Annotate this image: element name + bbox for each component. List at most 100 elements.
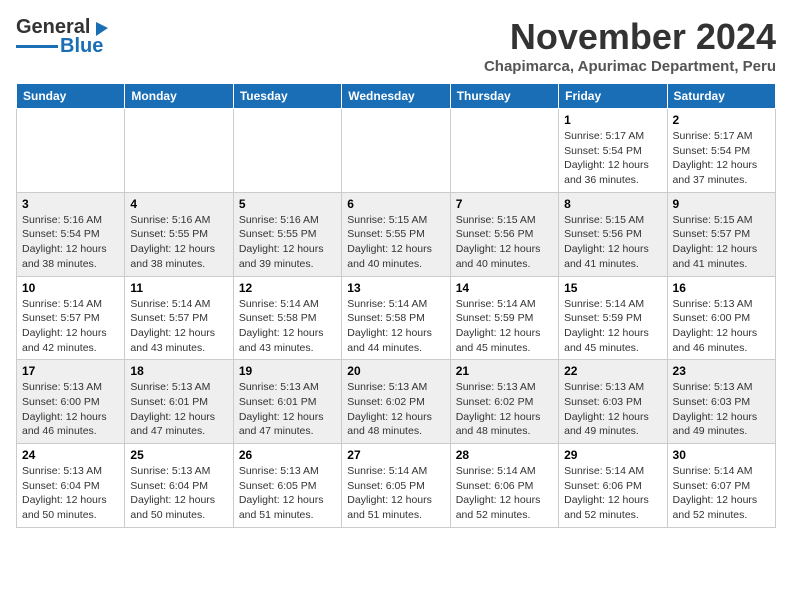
calendar-cell: 25 Sunrise: 5:13 AMSunset: 6:04 PMDayligh…	[125, 444, 233, 528]
day-info: Sunrise: 5:14 AMSunset: 6:07 PMDaylight:…	[673, 464, 770, 523]
calendar-cell: 4 Sunrise: 5:16 AMSunset: 5:55 PMDaylight…	[125, 192, 233, 276]
day-number: 21	[456, 364, 553, 378]
day-info: Sunrise: 5:17 AMSunset: 5:54 PMDaylight:…	[673, 129, 770, 188]
day-info: Sunrise: 5:14 AMSunset: 5:59 PMDaylight:…	[564, 297, 661, 356]
week-row-1: 1 Sunrise: 5:17 AMSunset: 5:54 PMDaylight…	[17, 109, 776, 193]
day-info: Sunrise: 5:13 AMSunset: 6:00 PMDaylight:…	[22, 380, 119, 439]
day-info: Sunrise: 5:16 AMSunset: 5:55 PMDaylight:…	[130, 213, 227, 272]
day-number: 4	[130, 197, 227, 211]
day-info: Sunrise: 5:16 AMSunset: 5:55 PMDaylight:…	[239, 213, 336, 272]
calendar-cell: 13 Sunrise: 5:14 AMSunset: 5:58 PMDayligh…	[342, 276, 450, 360]
calendar-cell	[233, 109, 341, 193]
day-number: 9	[673, 197, 770, 211]
week-row-2: 3 Sunrise: 5:16 AMSunset: 5:54 PMDaylight…	[17, 192, 776, 276]
calendar-cell: 6 Sunrise: 5:15 AMSunset: 5:55 PMDaylight…	[342, 192, 450, 276]
logo: General Blue	[16, 16, 110, 58]
week-row-4: 17 Sunrise: 5:13 AMSunset: 6:00 PMDayligh…	[17, 360, 776, 444]
day-info: Sunrise: 5:13 AMSunset: 6:03 PMDaylight:…	[564, 380, 661, 439]
day-number: 28	[456, 448, 553, 462]
calendar-cell: 22 Sunrise: 5:13 AMSunset: 6:03 PMDayligh…	[559, 360, 667, 444]
day-info: Sunrise: 5:13 AMSunset: 6:03 PMDaylight:…	[673, 380, 770, 439]
day-info: Sunrise: 5:13 AMSunset: 6:00 PMDaylight:…	[673, 297, 770, 356]
day-number: 17	[22, 364, 119, 378]
day-number: 6	[347, 197, 444, 211]
calendar-cell: 9 Sunrise: 5:15 AMSunset: 5:57 PMDaylight…	[667, 192, 775, 276]
day-number: 18	[130, 364, 227, 378]
calendar-cell: 10 Sunrise: 5:14 AMSunset: 5:57 PMDayligh…	[17, 276, 125, 360]
location-subtitle: Chapimarca, Apurimac Department, Peru	[484, 58, 776, 75]
calendar-cell: 14 Sunrise: 5:14 AMSunset: 5:59 PMDayligh…	[450, 276, 558, 360]
weekday-thursday: Thursday	[450, 84, 558, 109]
calendar-body: 1 Sunrise: 5:17 AMSunset: 5:54 PMDaylight…	[17, 109, 776, 528]
day-info: Sunrise: 5:15 AMSunset: 5:56 PMDaylight:…	[564, 213, 661, 272]
day-info: Sunrise: 5:13 AMSunset: 6:04 PMDaylight:…	[130, 464, 227, 523]
calendar-cell: 20 Sunrise: 5:13 AMSunset: 6:02 PMDayligh…	[342, 360, 450, 444]
day-number: 2	[673, 113, 770, 127]
day-number: 12	[239, 281, 336, 295]
calendar-cell: 17 Sunrise: 5:13 AMSunset: 6:00 PMDayligh…	[17, 360, 125, 444]
page-header: General Blue November 2024 Chapimarca, A…	[16, 16, 776, 75]
day-info: Sunrise: 5:13 AMSunset: 6:02 PMDaylight:…	[347, 380, 444, 439]
weekday-monday: Monday	[125, 84, 233, 109]
calendar-cell: 18Sunrise: 5:13 AMSunset: 6:01 PMDayligh…	[125, 360, 233, 444]
day-number: 3	[22, 197, 119, 211]
calendar-cell: 3 Sunrise: 5:16 AMSunset: 5:54 PMDaylight…	[17, 192, 125, 276]
day-info: Sunrise: 5:15 AMSunset: 5:57 PMDaylight:…	[673, 213, 770, 272]
day-number: 14	[456, 281, 553, 295]
calendar-cell: 23Sunrise: 5:13 AMSunset: 6:03 PMDayligh…	[667, 360, 775, 444]
calendar-cell: 11 Sunrise: 5:14 AMSunset: 5:57 PMDayligh…	[125, 276, 233, 360]
calendar-cell: 12 Sunrise: 5:14 AMSunset: 5:58 PMDayligh…	[233, 276, 341, 360]
day-info: Sunrise: 5:14 AMSunset: 6:06 PMDaylight:…	[564, 464, 661, 523]
day-number: 27	[347, 448, 444, 462]
calendar-cell: 15 Sunrise: 5:14 AMSunset: 5:59 PMDayligh…	[559, 276, 667, 360]
day-info: Sunrise: 5:15 AMSunset: 5:56 PMDaylight:…	[456, 213, 553, 272]
calendar-cell	[342, 109, 450, 193]
day-number: 10	[22, 281, 119, 295]
day-info: Sunrise: 5:14 AMSunset: 5:58 PMDaylight:…	[239, 297, 336, 356]
day-number: 16	[673, 281, 770, 295]
day-number: 15	[564, 281, 661, 295]
calendar-cell	[125, 109, 233, 193]
day-info: Sunrise: 5:15 AMSunset: 5:55 PMDaylight:…	[347, 213, 444, 272]
day-number: 11	[130, 281, 227, 295]
day-number: 5	[239, 197, 336, 211]
title-block: November 2024 Chapimarca, Apurimac Depar…	[484, 16, 776, 75]
weekday-saturday: Saturday	[667, 84, 775, 109]
day-number: 22	[564, 364, 661, 378]
day-info: Sunrise: 5:14 AMSunset: 5:57 PMDaylight:…	[22, 297, 119, 356]
day-number: 8	[564, 197, 661, 211]
day-number: 25	[130, 448, 227, 462]
day-number: 7	[456, 197, 553, 211]
day-number: 26	[239, 448, 336, 462]
day-number: 29	[564, 448, 661, 462]
day-number: 30	[673, 448, 770, 462]
calendar-cell: 1Sunrise: 5:17 AMSunset: 5:54 PMDaylight…	[559, 109, 667, 193]
calendar-cell: 26 Sunrise: 5:13 AMSunset: 6:05 PMDayligh…	[233, 444, 341, 528]
weekday-tuesday: Tuesday	[233, 84, 341, 109]
day-number: 19	[239, 364, 336, 378]
day-info: Sunrise: 5:13 AMSunset: 6:05 PMDaylight:…	[239, 464, 336, 523]
calendar-cell: 28 Sunrise: 5:14 AMSunset: 6:06 PMDayligh…	[450, 444, 558, 528]
week-row-5: 24 Sunrise: 5:13 AMSunset: 6:04 PMDayligh…	[17, 444, 776, 528]
day-info: Sunrise: 5:14 AMSunset: 6:05 PMDaylight:…	[347, 464, 444, 523]
day-info: Sunrise: 5:14 AMSunset: 5:57 PMDaylight:…	[130, 297, 227, 356]
day-info: Sunrise: 5:14 AMSunset: 5:59 PMDaylight:…	[456, 297, 553, 356]
day-info: Sunrise: 5:16 AMSunset: 5:54 PMDaylight:…	[22, 213, 119, 272]
calendar-cell: 27 Sunrise: 5:14 AMSunset: 6:05 PMDayligh…	[342, 444, 450, 528]
calendar-cell: 24 Sunrise: 5:13 AMSunset: 6:04 PMDayligh…	[17, 444, 125, 528]
calendar-table: SundayMondayTuesdayWednesdayThursdayFrid…	[16, 83, 776, 528]
day-info: Sunrise: 5:13 AMSunset: 6:01 PMDaylight:…	[239, 380, 336, 439]
calendar-cell	[17, 109, 125, 193]
weekday-header-row: SundayMondayTuesdayWednesdayThursdayFrid…	[17, 84, 776, 109]
day-info: Sunrise: 5:14 AMSunset: 6:06 PMDaylight:…	[456, 464, 553, 523]
calendar-cell: 5 Sunrise: 5:16 AMSunset: 5:55 PMDaylight…	[233, 192, 341, 276]
calendar-cell: 19 Sunrise: 5:13 AMSunset: 6:01 PMDayligh…	[233, 360, 341, 444]
day-info: Sunrise: 5:13 AMSunset: 6:04 PMDaylight:…	[22, 464, 119, 523]
day-number: 1	[564, 113, 661, 127]
day-info: Sunrise: 5:14 AMSunset: 5:58 PMDaylight:…	[347, 297, 444, 356]
day-number: 13	[347, 281, 444, 295]
calendar-cell: 8 Sunrise: 5:15 AMSunset: 5:56 PMDaylight…	[559, 192, 667, 276]
day-info: Sunrise: 5:13 AMSunset: 6:02 PMDaylight:…	[456, 380, 553, 439]
day-number: 20	[347, 364, 444, 378]
day-number: 24	[22, 448, 119, 462]
